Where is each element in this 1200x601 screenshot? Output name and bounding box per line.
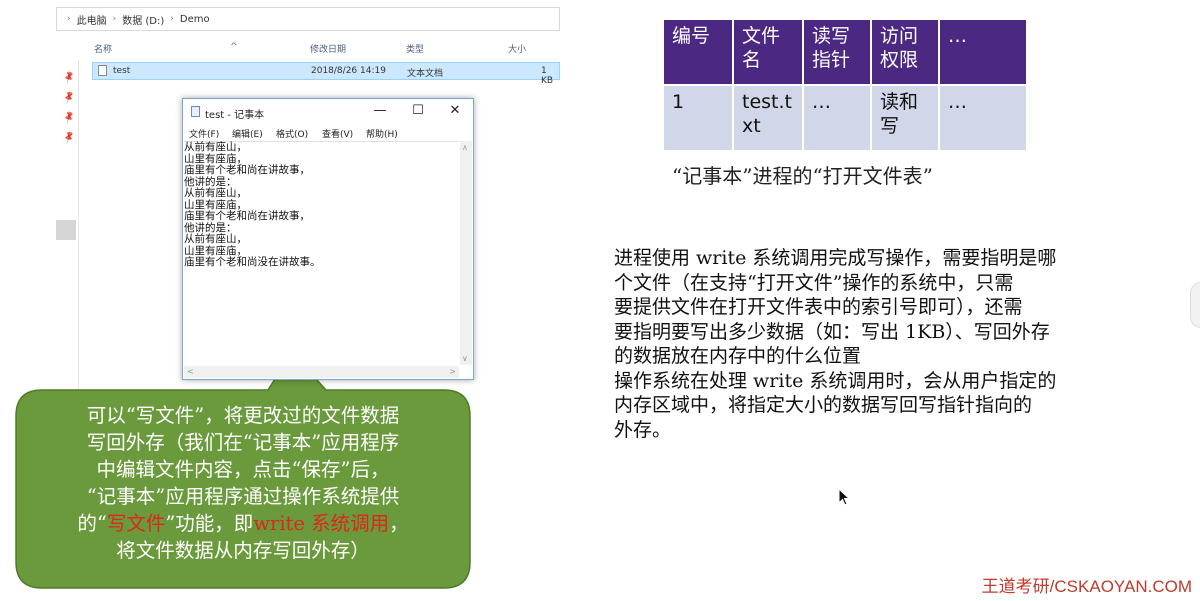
menu-view[interactable]: 查看(V) bbox=[322, 127, 353, 140]
table-header-row: 编号 文件名 读写指针 访问权限 … bbox=[662, 18, 1028, 86]
table-row: 1 test.txt … 读和写 … bbox=[662, 84, 1028, 152]
callout-fragment: 的“ bbox=[77, 512, 107, 535]
horizontal-scrollbar[interactable]: < > bbox=[184, 366, 459, 378]
cell-rw-pointer: … bbox=[802, 84, 872, 152]
callout-line: 将文件数据从内存写回外存） bbox=[116, 539, 370, 562]
notepad-titlebar[interactable]: test - 记事本 — ☐ ✕ bbox=[183, 99, 473, 125]
header-cell-more: … bbox=[938, 18, 1028, 86]
callout-line: 写回外存（我们在“记事本”应用程序 bbox=[86, 431, 400, 454]
notepad-title: test - 记事本 bbox=[205, 110, 265, 121]
scroll-left-icon[interactable]: < bbox=[187, 367, 194, 376]
explanation-text: 进程使用 write 系统调用完成写操作，需要指明是哪 个文件（在支持“打开文件… bbox=[614, 246, 1174, 442]
table-caption: “记事本”进程的“打开文件表” bbox=[672, 164, 933, 188]
para-line: 个文件（在支持“打开文件”操作的系统中，只需 bbox=[614, 271, 1014, 294]
para-line: 进程使用 write 系统调用完成写操作，需要指明是哪 bbox=[614, 247, 1057, 269]
callout-fragment: ， bbox=[389, 512, 409, 535]
notepad-icon bbox=[191, 106, 200, 117]
cell-more: … bbox=[938, 84, 1028, 152]
text-line: 从前有座山， bbox=[184, 141, 247, 153]
highlight-write-syscall: write 系统调用 bbox=[253, 512, 390, 535]
callout-text: 可以“写文件”，将更改过的文件数据 写回外存（我们在“记事本”应用程序 中编辑文… bbox=[20, 402, 466, 564]
cell-filename: test.txt bbox=[732, 84, 804, 152]
text-line: 庙里有个老和尚在讲故事， bbox=[184, 164, 310, 176]
text-line: 庙里有个老和尚在讲故事， bbox=[184, 210, 310, 222]
header-cell-rw-pointer: 读写指针 bbox=[802, 18, 872, 86]
para-line: 操作系统在处理 write 系统调用时，会从用户指定的 bbox=[614, 369, 1057, 392]
cell-id: 1 bbox=[662, 84, 734, 152]
para-line: 要提供文件在打开文件表中的索引号即可），还需 bbox=[614, 296, 1023, 318]
para-line: 要指明要写出多少数据（如：写出 1KB）、写回外存 bbox=[614, 320, 1050, 343]
close-icon[interactable]: ✕ bbox=[442, 103, 468, 118]
highlight-write-file: 写文件 bbox=[106, 512, 166, 535]
open-file-table: 编号 文件名 读写指针 访问权限 … 1 test.txt … 读和写 … bbox=[662, 18, 1028, 152]
scroll-up-icon[interactable]: ∧ bbox=[462, 143, 468, 152]
para-line: 的数据放在内存中的什么位置 bbox=[614, 345, 862, 367]
para-line: 内存区域中，将指定大小的数据写回写指针指向的 bbox=[614, 394, 1033, 416]
header-cell-access: 访问权限 bbox=[870, 18, 940, 86]
notepad-window[interactable]: test - 记事本 — ☐ ✕ 文件(F) 编辑(E) 格式(O) 查看(V)… bbox=[182, 98, 474, 380]
text-line: 庙里有个老和尚没在讲故事。 bbox=[184, 256, 321, 268]
menu-edit[interactable]: 编辑(E) bbox=[232, 127, 263, 140]
minimize-icon[interactable]: — bbox=[367, 103, 393, 118]
text-line: 从前有座山， bbox=[184, 187, 247, 199]
para-line: 外存。 bbox=[614, 418, 672, 441]
vertical-scrollbar[interactable]: ∧ ∨ bbox=[460, 141, 472, 365]
paragraph-1: 进程使用 write 系统调用完成写操作，需要指明是哪 个文件（在支持“打开文件… bbox=[614, 246, 1174, 369]
cell-access: 读和写 bbox=[870, 84, 940, 152]
scroll-right-icon[interactable]: > bbox=[449, 367, 456, 376]
mouse-pointer-icon bbox=[838, 488, 851, 506]
paragraph-2: 操作系统在处理 write 系统调用时，会从用户指定的 内存区域中，将指定大小的… bbox=[614, 369, 1174, 443]
watermark-text: 王道考研/CSKAOYAN.COM bbox=[981, 577, 1192, 596]
notepad-text-area[interactable]: 从前有座山， 山里有座庙， 庙里有个老和尚在讲故事， 他讲的是： 从前有座山， … bbox=[184, 141, 459, 365]
slide-nav-handle[interactable] bbox=[1190, 282, 1200, 328]
callout-line: “记事本”应用程序通过操作系统提供 bbox=[86, 485, 400, 508]
menu-format[interactable]: 格式(O) bbox=[276, 127, 308, 140]
callout-line: 中编辑文件内容，点击“保存”后， bbox=[96, 458, 390, 481]
scroll-down-icon[interactable]: ∨ bbox=[462, 354, 468, 363]
callout-fragment: ”功能，即 bbox=[165, 512, 254, 535]
text-line: 从前有座山， bbox=[184, 233, 247, 245]
callout-line: 可以“写文件”，将更改过的文件数据 bbox=[86, 404, 400, 427]
menu-file[interactable]: 文件(F) bbox=[189, 127, 219, 140]
menu-help[interactable]: 帮助(H) bbox=[366, 127, 398, 140]
callout-line-highlighted: 的“写文件”功能，即write 系统调用， bbox=[20, 510, 466, 537]
header-cell-id: 编号 bbox=[662, 18, 734, 86]
maximize-icon[interactable]: ☐ bbox=[405, 103, 431, 118]
notepad-menubar: 文件(F) 编辑(E) 格式(O) 查看(V) 帮助(H) bbox=[183, 125, 473, 141]
header-cell-filename: 文件名 bbox=[732, 18, 804, 86]
